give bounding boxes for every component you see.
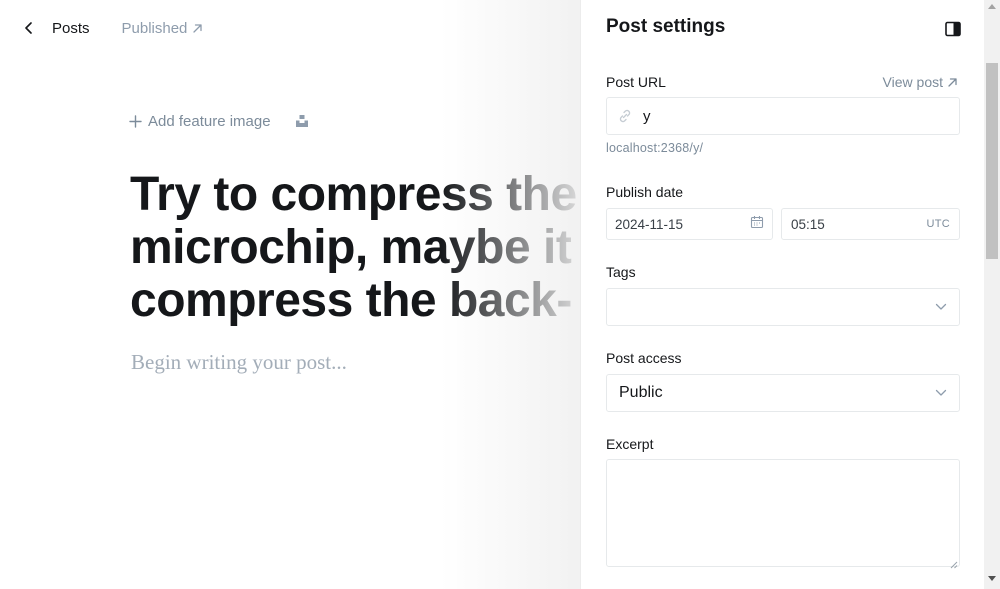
panel-scrollbar[interactable]: [984, 0, 1000, 589]
post-url-hint: localhost:2368/y/: [606, 141, 704, 155]
post-url-field: [606, 97, 960, 135]
post-access-value: Public: [619, 384, 663, 401]
scroll-down-arrow-icon[interactable]: [988, 576, 996, 581]
view-post-label: View post: [882, 74, 943, 90]
excerpt-textarea[interactable]: [606, 459, 960, 567]
back-to-posts-link[interactable]: Posts: [24, 18, 90, 38]
post-title[interactable]: Try to compress the microchip, maybe it …: [130, 168, 580, 327]
published-status-link[interactable]: Published: [122, 20, 204, 37]
arrow-up-right-icon: [947, 77, 958, 88]
plus-icon: [129, 114, 143, 128]
publish-date-field: [606, 208, 773, 240]
status-label: Published: [121, 19, 188, 37]
publish-time-input[interactable]: [791, 216, 881, 232]
post-access-label: Post access: [606, 350, 682, 366]
resize-grip-icon[interactable]: [950, 556, 958, 569]
calendar-icon[interactable]: [750, 215, 764, 234]
publish-date-label: Publish date: [606, 184, 684, 200]
chevron-down-icon: [935, 388, 947, 398]
editor-topbar: Posts Published: [24, 18, 203, 38]
post-access-select[interactable]: Public: [606, 374, 960, 412]
chevron-left-icon: [24, 18, 42, 38]
link-icon: [617, 108, 633, 124]
view-post-link[interactable]: View post: [883, 74, 958, 90]
add-feature-image-button[interactable]: Add feature image: [129, 113, 271, 130]
editor-area: Posts Published Add feature image Try to…: [0, 0, 580, 589]
post-url-input[interactable]: [643, 107, 943, 125]
panel-title: Post settings: [606, 16, 726, 37]
add-feature-image-label: Add feature image: [148, 112, 271, 130]
scroll-up-arrow-icon[interactable]: [988, 4, 996, 9]
publish-date-input[interactable]: [615, 216, 725, 232]
feature-image-bar: Add feature image: [129, 110, 309, 132]
excerpt-label: Excerpt: [606, 436, 654, 452]
post-body-placeholder[interactable]: Begin writing your post...: [131, 350, 347, 375]
post-title-line: Try to compress the: [130, 168, 577, 221]
sidebar-toggle-icon[interactable]: [945, 21, 961, 37]
post-title-line: microchip, maybe it: [130, 221, 572, 274]
post-url-label: Post URL: [606, 74, 666, 90]
unsplash-icon[interactable]: [295, 114, 309, 128]
back-label: Posts: [52, 19, 90, 37]
timezone-label: UTC: [926, 218, 950, 230]
post-settings-panel: Post settings Post URL View post localho…: [580, 0, 1000, 589]
tags-label: Tags: [606, 264, 636, 280]
arrow-up-right-icon: [192, 23, 203, 34]
scrollbar-thumb[interactable]: [986, 63, 998, 259]
tags-select[interactable]: [606, 288, 960, 326]
publish-time-field: UTC: [781, 208, 960, 240]
chevron-down-icon: [935, 302, 947, 312]
post-title-line: compress the back-: [130, 274, 572, 327]
